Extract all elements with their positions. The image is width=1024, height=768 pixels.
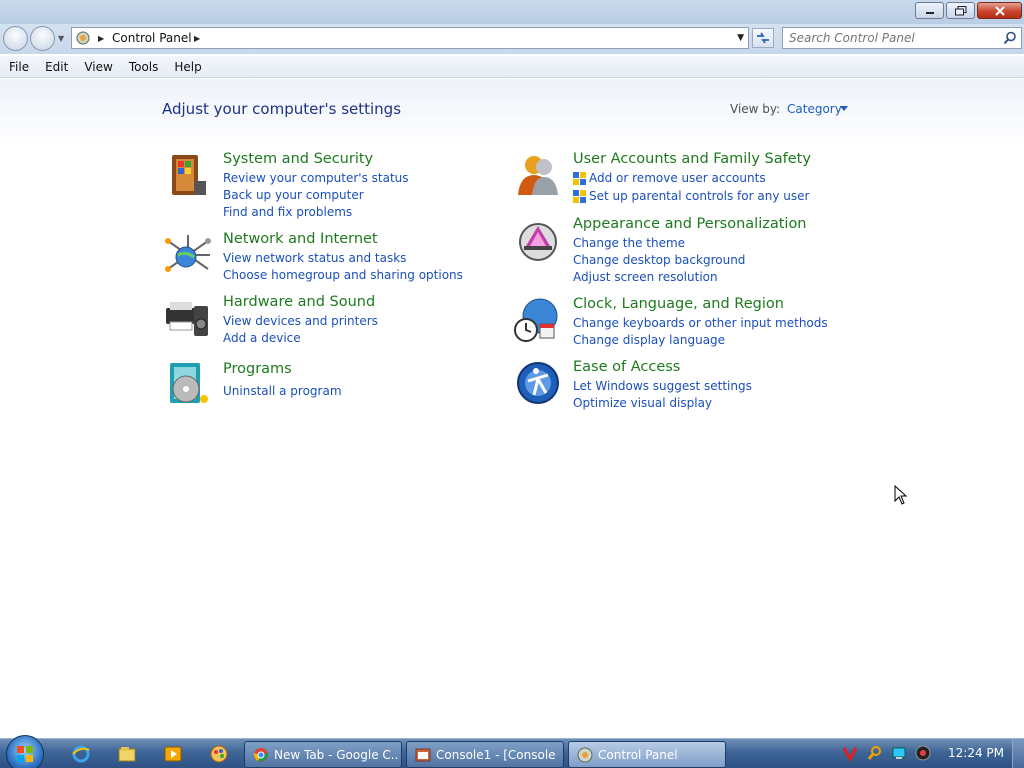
- windows-explorer-icon[interactable]: [117, 744, 137, 764]
- ease-of-access-title[interactable]: Ease of Access: [573, 359, 680, 375]
- homegroup-link[interactable]: Choose homegroup and sharing options: [223, 268, 463, 282]
- chrome-icon: [253, 748, 268, 762]
- network-status-link[interactable]: View network status and tasks: [223, 251, 406, 265]
- menu-bar: File Edit View Tools Help: [0, 56, 1024, 78]
- start-button[interactable]: [6, 735, 44, 768]
- recent-pages-dropdown-icon[interactable]: ▼: [58, 34, 64, 43]
- refresh-icon: [757, 32, 769, 44]
- keyboards-input-link[interactable]: Change keyboards or other input methods: [573, 316, 828, 330]
- media-player-icon[interactable]: [163, 744, 183, 764]
- back-button[interactable]: [3, 26, 28, 51]
- task-control-panel[interactable]: Control Panel: [568, 741, 726, 768]
- task-chrome[interactable]: New Tab - Google C...: [244, 741, 402, 768]
- programs-title[interactable]: Programs: [223, 361, 292, 377]
- network-internet-title[interactable]: Network and Internet: [223, 231, 378, 247]
- task-chrome-label: New Tab - Google C...: [274, 748, 398, 762]
- restore-icon: [954, 5, 966, 15]
- control-panel-icon: [577, 747, 593, 763]
- appearance-icon[interactable]: [514, 216, 562, 264]
- forward-button[interactable]: [30, 26, 55, 51]
- mouse-cursor-icon: [894, 485, 908, 505]
- desktop-background-link[interactable]: Change desktop background: [573, 253, 745, 267]
- add-device-link[interactable]: Add a device: [223, 331, 301, 345]
- console-icon: [415, 748, 431, 762]
- menu-help[interactable]: Help: [165, 56, 208, 78]
- clock-globe-icon[interactable]: [514, 296, 562, 344]
- antivirus-tray-icon[interactable]: [842, 745, 858, 761]
- restore-button[interactable]: [946, 2, 975, 19]
- menu-tools[interactable]: Tools: [120, 56, 166, 78]
- breadcrumb-arrow-icon[interactable]: ▶: [98, 34, 104, 43]
- optimize-display-link[interactable]: Optimize visual display: [573, 396, 712, 410]
- hardware-sound-title[interactable]: Hardware and Sound: [223, 294, 375, 310]
- view-by-label: View by:: [730, 102, 781, 116]
- search-input[interactable]: [789, 31, 997, 45]
- user-accounts-icon[interactable]: [514, 151, 562, 199]
- printer-speaker-icon[interactable]: [164, 294, 212, 342]
- suggest-settings-link[interactable]: Let Windows suggest settings: [573, 379, 752, 393]
- review-status-link[interactable]: Review your computer's status: [223, 171, 409, 185]
- change-theme-link[interactable]: Change the theme: [573, 236, 685, 250]
- task-console[interactable]: Console1 - [Console ...: [406, 741, 564, 768]
- close-icon: [994, 5, 1005, 16]
- minimize-icon: [925, 11, 934, 14]
- find-fix-problems-link[interactable]: Find and fix problems: [223, 205, 352, 219]
- network-tray-icon[interactable]: [891, 745, 907, 761]
- taskbar-clock[interactable]: 12:24 PM: [948, 746, 1004, 760]
- backup-link[interactable]: Back up your computer: [223, 188, 364, 202]
- devices-printers-link[interactable]: View devices and printers: [223, 314, 378, 328]
- uac-shield-icon: [573, 190, 586, 203]
- taskbar: New Tab - Google C... Console1 - [Consol…: [0, 735, 1024, 768]
- parental-controls-link[interactable]: Set up parental controls for any user: [589, 189, 809, 203]
- uac-shield-icon: [573, 172, 586, 185]
- show-desktop-button[interactable]: [1012, 739, 1024, 768]
- minimize-button[interactable]: [915, 2, 944, 19]
- search-tray-icon[interactable]: [867, 745, 883, 761]
- address-bar[interactable]: ▶ Control Panel ▶ ▼: [71, 27, 749, 49]
- windows-logo-icon: [17, 746, 33, 762]
- menu-file[interactable]: File: [0, 56, 36, 78]
- menu-view[interactable]: View: [75, 56, 119, 78]
- control-panel-content: Adjust your computer's settings View by:…: [0, 79, 1024, 739]
- breadcrumb-arrow-icon[interactable]: ▶: [194, 34, 200, 43]
- refresh-button[interactable]: [752, 28, 774, 48]
- menu-edit[interactable]: Edit: [36, 56, 75, 78]
- volume-tray-icon[interactable]: [915, 745, 931, 761]
- paint-icon[interactable]: [209, 744, 229, 764]
- network-globe-icon[interactable]: [164, 231, 212, 279]
- screen-resolution-link[interactable]: Adjust screen resolution: [573, 270, 718, 284]
- clock-language-title[interactable]: Clock, Language, and Region: [573, 296, 784, 312]
- search-icon[interactable]: [1003, 31, 1017, 45]
- display-language-link[interactable]: Change display language: [573, 333, 725, 347]
- close-button[interactable]: [977, 2, 1022, 19]
- navigation-bar: ▼ ▶ Control Panel ▶ ▼: [0, 24, 1024, 54]
- system-security-icon[interactable]: [164, 151, 212, 199]
- ease-of-access-icon[interactable]: [514, 359, 562, 407]
- task-control-panel-label: Control Panel: [598, 748, 678, 762]
- window-titlebar: [0, 0, 1024, 24]
- breadcrumb-control-panel[interactable]: Control Panel: [112, 31, 192, 45]
- window-controls: [913, 2, 1022, 19]
- user-accounts-title[interactable]: User Accounts and Family Safety: [573, 151, 811, 167]
- address-dropdown-icon[interactable]: ▼: [737, 33, 744, 43]
- system-security-title[interactable]: System and Security: [223, 151, 373, 167]
- view-by-caret-icon[interactable]: [840, 106, 848, 111]
- uninstall-program-link[interactable]: Uninstall a program: [223, 384, 342, 398]
- programs-icon[interactable]: [164, 361, 212, 409]
- page-title: Adjust your computer's settings: [162, 100, 402, 118]
- search-box: [782, 27, 1022, 49]
- add-remove-accounts-link[interactable]: Add or remove user accounts: [589, 171, 766, 185]
- control-panel-icon: [76, 31, 90, 45]
- view-by-dropdown[interactable]: Category: [787, 102, 842, 116]
- task-console-label: Console1 - [Console ...: [436, 748, 560, 762]
- internet-explorer-icon[interactable]: [71, 744, 91, 764]
- appearance-title[interactable]: Appearance and Personalization: [573, 216, 807, 232]
